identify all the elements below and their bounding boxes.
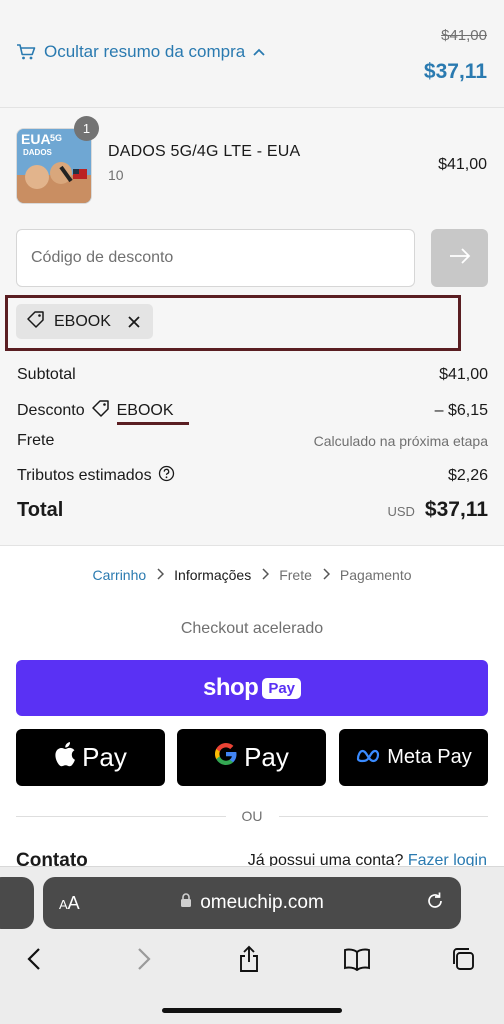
quantity-badge: 1 [74, 116, 99, 141]
breadcrumb-payment: Pagamento [339, 567, 412, 583]
share-icon [240, 945, 258, 972]
shop-pay-pill: Pay [262, 677, 302, 699]
google-logo-icon [214, 742, 238, 773]
tabs-button[interactable] [443, 937, 483, 981]
chevron-up-icon [253, 48, 265, 56]
tag-icon [26, 310, 46, 333]
discount-label: Desconto [17, 401, 85, 419]
or-label: OU [241, 808, 263, 824]
applied-code-label: EBOOK [54, 312, 111, 330]
tabs-icon [453, 948, 474, 970]
url-text: omeuchip.com [200, 892, 324, 913]
apply-discount-button[interactable] [431, 229, 488, 287]
express-checkout-title: Checkout acelerado [180, 620, 324, 637]
previous-tab-peek[interactable] [0, 877, 34, 929]
browser-nav-row [0, 937, 504, 981]
total-label: Total [17, 498, 64, 521]
apple-pay-button[interactable]: Pay [16, 729, 165, 786]
help-icon[interactable] [158, 465, 175, 487]
google-pay-button[interactable]: Pay [177, 729, 326, 786]
product-price: $41,00 [438, 156, 487, 173]
breadcrumb-information: Informações [174, 567, 252, 583]
original-price: $41,00 [441, 27, 487, 44]
forward-button[interactable] [124, 937, 164, 981]
highlight-annotation-underline [117, 422, 189, 425]
close-icon [128, 315, 140, 328]
thumb-5g-text: 5G [50, 133, 62, 143]
or-divider: OU [16, 808, 488, 824]
tag-icon [91, 399, 111, 422]
shop-pay-wordmark: shop [202, 674, 259, 701]
forward-arrow-icon [138, 948, 151, 970]
shop-pay-button[interactable]: shop Pay [16, 660, 488, 716]
breadcrumb-cart[interactable]: Carrinho [92, 567, 146, 583]
total-currency: USD [387, 504, 415, 519]
total-value: $37,11 [424, 498, 488, 521]
shipping-value: Calculado na próxima etapa [313, 433, 488, 449]
subtotal-label: Subtotal [17, 366, 76, 383]
total-row: Total USD $37,11 [17, 498, 488, 522]
back-arrow-icon [27, 948, 40, 970]
thumb-title-text: EUA [21, 131, 51, 147]
book-icon [344, 948, 370, 971]
applied-discount-chip: EBOOK [16, 304, 153, 339]
shipping-row: Frete Calculado na próxima etapa [17, 432, 488, 450]
discount-code-label: EBOOK [116, 401, 174, 419]
taxes-row: Tributos estimados $2,26 [17, 465, 488, 487]
back-button[interactable] [14, 937, 54, 981]
meta-pay-button[interactable]: Meta Pay [339, 729, 488, 786]
shipping-label: Frete [17, 432, 55, 449]
discount-code-input[interactable]: Código de desconto [16, 229, 415, 287]
product-name: DADOS 5G/4G LTE - EUA [108, 143, 301, 160]
chevron-right-icon [322, 567, 330, 583]
breadcrumb-shipping: Frete [279, 567, 312, 583]
apple-pay-label: Pay [82, 742, 127, 772]
reload-icon[interactable] [425, 891, 445, 916]
home-indicator [162, 1008, 342, 1013]
product-variant: 10 [108, 167, 124, 183]
discount-value: – $6,15 [434, 401, 488, 419]
meta-logo-icon [355, 746, 381, 769]
lock-icon [180, 892, 192, 914]
arrow-right-icon [449, 247, 471, 269]
hide-summary-label: Ocultar resumo da compra [44, 42, 246, 61]
taxes-value: $2,26 [447, 467, 488, 484]
google-pay-label: Pay [244, 742, 289, 772]
subtotal-row: Subtotal $41,00 [17, 366, 488, 384]
bookmarks-button[interactable] [337, 937, 377, 981]
address-bar[interactable]: AA omeuchip.com [43, 877, 461, 929]
apple-logo-icon [54, 741, 76, 774]
thumb-subtitle-text: DADOS [23, 148, 53, 157]
hide-summary-button[interactable]: Ocultar resumo da compra [16, 42, 265, 62]
share-button[interactable] [229, 937, 269, 981]
cart-icon [16, 43, 36, 61]
chevron-right-icon [261, 567, 270, 583]
breadcrumb: Carrinho Informações Frete Pagamento [0, 567, 504, 583]
taxes-label: Tributos estimados [17, 467, 152, 484]
chevron-right-icon [156, 567, 165, 583]
remove-discount-button[interactable] [127, 315, 141, 329]
discount-row: Desconto EBOOK – $6,15 [17, 399, 488, 422]
subtotal-value: $41,00 [439, 366, 488, 383]
meta-pay-label: Meta Pay [387, 746, 472, 768]
discounted-price: $37,11 [423, 60, 487, 83]
